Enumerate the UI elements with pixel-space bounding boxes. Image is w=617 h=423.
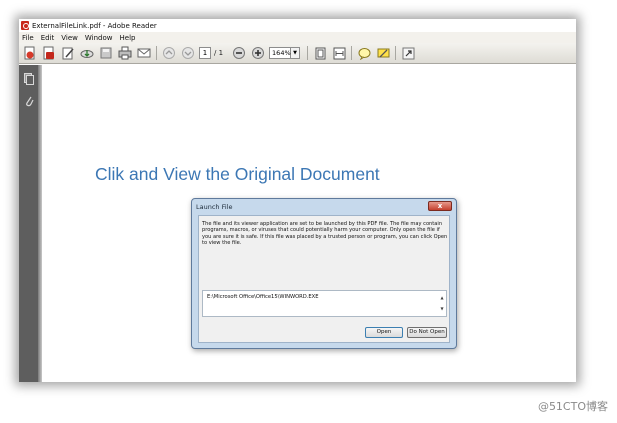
menu-bar: File Edit View Window Help	[19, 32, 576, 43]
menu-view[interactable]: View	[61, 34, 78, 42]
do-not-open-button[interactable]: Do Not Open	[407, 327, 447, 338]
toolbar-separator	[395, 46, 397, 60]
scrollbar-icon[interactable]: ▲ ▼	[439, 292, 445, 315]
comment-button[interactable]	[356, 45, 372, 61]
navigation-pane	[19, 65, 38, 382]
save-button[interactable]	[98, 45, 114, 61]
file-path-box[interactable]: E:\Microsoft Office\Office15\WINWORD.EXE…	[202, 290, 447, 317]
email-icon	[137, 48, 151, 58]
plus-icon	[252, 47, 265, 59]
toolbar-separator	[307, 46, 309, 60]
zoom-dropdown-icon[interactable]: ▼	[291, 47, 301, 59]
page-total-label: / 1	[214, 49, 224, 57]
toolbar-separator	[156, 46, 157, 60]
toolbar-separator	[351, 46, 353, 60]
fit-page-button[interactable]	[312, 45, 328, 61]
expand-icon	[402, 47, 415, 59]
create-pdf-button[interactable]	[22, 45, 38, 61]
fit-width-icon	[333, 47, 346, 59]
arrow-down-icon	[182, 47, 194, 59]
zoom-input[interactable]: 164%	[269, 47, 292, 59]
pages-icon[interactable]	[23, 73, 34, 85]
acrobat-button[interactable]	[41, 45, 57, 61]
attachment-icon[interactable]	[23, 95, 34, 107]
email-button[interactable]	[136, 45, 152, 61]
close-icon[interactable]: x	[428, 201, 452, 211]
open-original-document-link[interactable]: Clik and View the Original Document	[95, 164, 380, 185]
dialog-body: The file and its viewer application are …	[198, 215, 450, 343]
zoom-out-button[interactable]	[231, 45, 247, 61]
open-button[interactable]: Open	[365, 327, 403, 338]
expand-button[interactable]	[400, 45, 416, 61]
save-icon	[100, 47, 112, 59]
window-title: ExternalFileLink.pdf - Adobe Reader	[32, 21, 157, 30]
edit-icon	[62, 47, 74, 60]
highlight-icon	[377, 48, 390, 57]
menu-edit[interactable]: Edit	[41, 34, 55, 42]
menu-window[interactable]: Window	[85, 34, 113, 42]
create-pdf-icon	[24, 46, 35, 60]
highlight-button[interactable]	[375, 45, 391, 61]
cloud-icon	[80, 50, 94, 58]
print-button[interactable]	[117, 45, 133, 61]
launch-file-dialog: Launch File x The file and its viewer ap…	[191, 198, 457, 349]
next-page-button[interactable]	[180, 45, 196, 61]
dialog-message: The file and its viewer application are …	[202, 221, 448, 246]
adobe-reader-icon	[21, 21, 29, 30]
edit-button[interactable]	[60, 45, 76, 61]
zoom-in-button[interactable]	[250, 45, 266, 61]
previous-page-button[interactable]	[161, 45, 177, 61]
print-icon	[118, 46, 132, 60]
arrow-up-icon	[163, 47, 175, 59]
title-bar: ExternalFileLink.pdf - Adobe Reader	[19, 19, 576, 32]
dialog-title: Launch File	[196, 203, 233, 211]
menu-help[interactable]: Help	[120, 34, 136, 42]
comment-icon	[358, 47, 371, 60]
page-edge	[38, 65, 42, 382]
minus-icon	[233, 47, 246, 59]
menu-file[interactable]: File	[22, 34, 34, 42]
file-path: E:\Microsoft Office\Office15\WINWORD.EXE	[207, 294, 319, 300]
fit-page-icon	[315, 47, 326, 59]
page-number-input[interactable]: 1	[199, 47, 211, 59]
fit-width-button[interactable]	[331, 45, 347, 61]
toolbar: 1 / 1 164% ▼	[19, 43, 576, 64]
acrobat-icon	[43, 46, 54, 60]
cloud-button[interactable]	[79, 45, 95, 61]
watermark: @51CTO博客	[537, 400, 608, 413]
